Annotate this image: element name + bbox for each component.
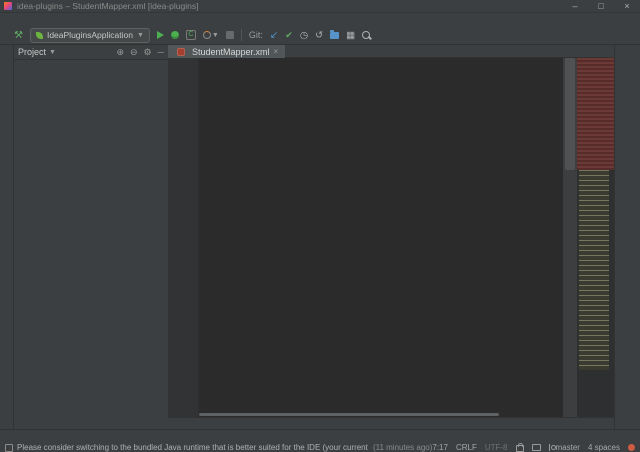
line-separator[interactable]: CRLF — [456, 443, 477, 452]
locate-icon[interactable]: ⊕ — [116, 47, 124, 58]
editor-breadcrumbs — [168, 417, 614, 429]
left-tool-strip — [0, 45, 14, 429]
vcs-rollback-button[interactable]: ↺ — [315, 30, 323, 41]
indent-setting[interactable]: 4 spaces — [588, 443, 620, 452]
coverage-button[interactable]: C — [186, 30, 196, 40]
hide-panel-icon[interactable]: ─ — [158, 47, 164, 58]
collapse-all-icon[interactable]: ⊖ — [130, 47, 138, 58]
readonly-lock-icon[interactable] — [516, 445, 524, 452]
debug-button[interactable] — [171, 31, 179, 39]
project-panel: Project ▼ ⊕ ⊖ ⚙ ─ — [14, 45, 168, 429]
vcs-history-button[interactable]: ◷ — [300, 30, 308, 41]
navigation-bar: ⚒ IdeaPluginsApplication ▼ C ▼ Git: ↙ ✔ … — [0, 26, 640, 45]
search-everywhere-icon[interactable] — [362, 31, 370, 39]
run-button[interactable] — [157, 31, 164, 39]
app-logo-icon — [4, 2, 12, 10]
window-title: idea-plugins – StudentMapper.xml [idea-p… — [17, 1, 198, 11]
title-bar: idea-plugins – StudentMapper.xml [idea-p… — [0, 0, 640, 13]
notification-dot-icon[interactable] — [628, 444, 635, 451]
menu-bar — [0, 13, 640, 26]
close-button[interactable]: × — [614, 0, 640, 12]
notification-icon — [5, 444, 13, 452]
maximize-button[interactable]: □ — [588, 0, 614, 12]
spring-boot-icon — [36, 32, 43, 39]
chevron-down-icon: ▼ — [137, 32, 144, 39]
run-config-selector[interactable]: IdeaPluginsApplication ▼ — [30, 28, 150, 43]
build-hammer-icon[interactable]: ⚒ — [14, 30, 23, 41]
caret-position[interactable]: 7:17 — [432, 443, 448, 452]
ide-window: idea-plugins – StudentMapper.xml [idea-p… — [0, 0, 640, 452]
branch-icon — [549, 444, 555, 451]
screen-reader-icon[interactable] — [532, 444, 541, 451]
chevron-down-icon: ▼ — [212, 32, 219, 39]
divider — [241, 29, 242, 41]
minimize-button[interactable]: – — [562, 0, 588, 12]
editor-tab-bar: StudentMapper.xml × — [168, 45, 614, 58]
code-area[interactable] — [168, 58, 563, 417]
vcs-commit-button[interactable]: ✔ — [285, 30, 293, 41]
close-tab-icon[interactable]: × — [274, 47, 279, 56]
settings-gear-icon[interactable]: ⚙ — [144, 47, 152, 58]
error-stripe-scrollbar[interactable] — [563, 58, 577, 417]
file-encoding[interactable]: UTF-8 — [485, 443, 508, 452]
horizontal-scrollbar[interactable] — [199, 413, 499, 416]
branch-name: master — [556, 443, 580, 452]
minimap-section — [579, 170, 609, 370]
profiler-icon — [203, 31, 211, 39]
editor: StudentMapper.xml × — [168, 45, 614, 429]
project-panel-title[interactable]: Project — [18, 47, 46, 57]
run-config-label: IdeaPluginsApplication — [47, 30, 133, 40]
status-message[interactable]: Please consider switching to the bundled… — [17, 443, 370, 452]
status-message-time: (11 minutes ago) — [373, 443, 432, 452]
project-panel-header: Project ▼ ⊕ ⊖ ⚙ ─ — [14, 45, 168, 60]
status-bar: Please consider switching to the bundled… — [0, 443, 640, 452]
vcs-shelf-icon[interactable] — [330, 32, 339, 39]
profiler-button[interactable]: ▼ — [203, 31, 219, 39]
scrollbar-thumb[interactable] — [565, 58, 575, 170]
code-minimap[interactable] — [577, 58, 614, 417]
git-label: Git: — [249, 30, 263, 40]
minimap-section — [577, 58, 614, 170]
window-controls: – □ × — [562, 0, 640, 12]
mybatis-file-icon — [177, 48, 185, 56]
chevron-down-icon[interactable]: ▼ — [49, 49, 56, 56]
right-tool-strip — [614, 45, 640, 429]
editor-tab[interactable]: StudentMapper.xml × — [168, 45, 285, 58]
editor-tab-label: StudentMapper.xml — [192, 47, 270, 57]
git-branch-widget[interactable]: master — [549, 443, 580, 452]
stop-button[interactable] — [226, 31, 234, 39]
vcs-update-button[interactable]: ↙ — [270, 30, 278, 41]
toolbar: ⚒ IdeaPluginsApplication ▼ C ▼ Git: ↙ ✔ … — [14, 28, 373, 43]
layout-icon[interactable]: ▦ — [346, 30, 355, 41]
editor-gutter — [168, 58, 199, 417]
tool-window-bar — [0, 429, 640, 443]
